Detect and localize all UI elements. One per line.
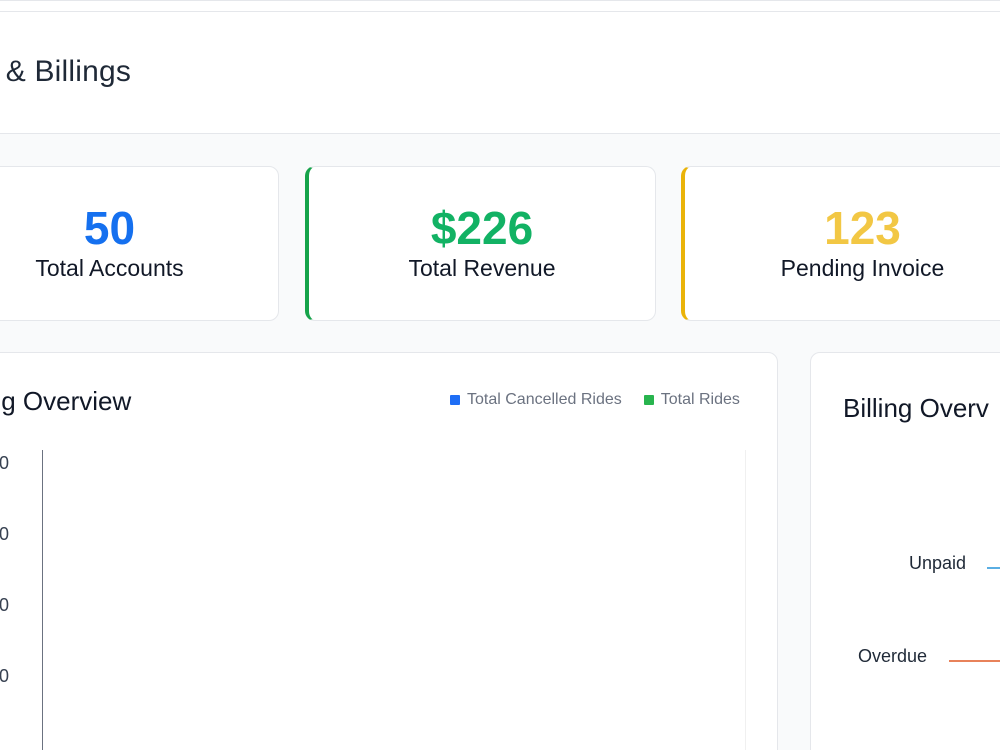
stat-label: Total Revenue: [408, 255, 556, 281]
header-divider: [0, 11, 1000, 12]
legend-swatch: [643, 395, 654, 405]
chart-title: Billing Overv: [843, 393, 989, 423]
dashboard: ount & Billings 50 Total Accounts $226 T…: [0, 0, 1000, 750]
stat-value: 50: [83, 202, 136, 254]
leader-line-overdue: [949, 660, 1000, 662]
y-axis-line: [42, 450, 43, 750]
stat-card-total-revenue[interactable]: $226 Total Revenue: [305, 166, 656, 321]
leader-line-unpaid: [987, 567, 1000, 569]
stat-card-pending-invoice[interactable]: 123 Pending Invoice: [681, 166, 1000, 321]
stat-label: Pending Invoice: [780, 255, 945, 281]
page-header: ount & Billings: [0, 0, 1000, 134]
chart-legend: Total Cancelled Rides Total Rides: [450, 391, 740, 409]
billing-status-chart-card: Billing Overv Unpaid Overdue: [810, 352, 1000, 750]
billing-overview-chart-card: ing Overview Total Cancelled Rides Total…: [0, 352, 778, 750]
page-title: ount & Billings: [0, 55, 132, 88]
y-axis-tick: 0: [0, 453, 10, 473]
legend-label: Total Rides: [660, 391, 740, 408]
stat-value: 123: [824, 202, 901, 254]
stat-card-total-accounts[interactable]: 50 Total Accounts: [0, 166, 279, 321]
legend-item-total-rides[interactable]: Total Rides: [643, 391, 740, 409]
legend-item-cancelled-rides[interactable]: Total Cancelled Rides: [450, 391, 622, 409]
pie-label-unpaid: Unpaid: [909, 553, 967, 573]
y-axis-tick: 0: [0, 666, 10, 686]
legend-swatch: [450, 395, 460, 405]
chart-gridline: [745, 450, 746, 750]
pie-label-overdue: Overdue: [858, 646, 928, 666]
y-axis-tick: 0: [0, 524, 10, 544]
stat-label: Total Accounts: [35, 255, 184, 281]
y-axis-tick: 0: [0, 595, 10, 615]
chart-title: ing Overview: [0, 386, 132, 416]
stat-value: $226: [430, 202, 534, 254]
legend-label: Total Cancelled Rides: [467, 391, 622, 408]
